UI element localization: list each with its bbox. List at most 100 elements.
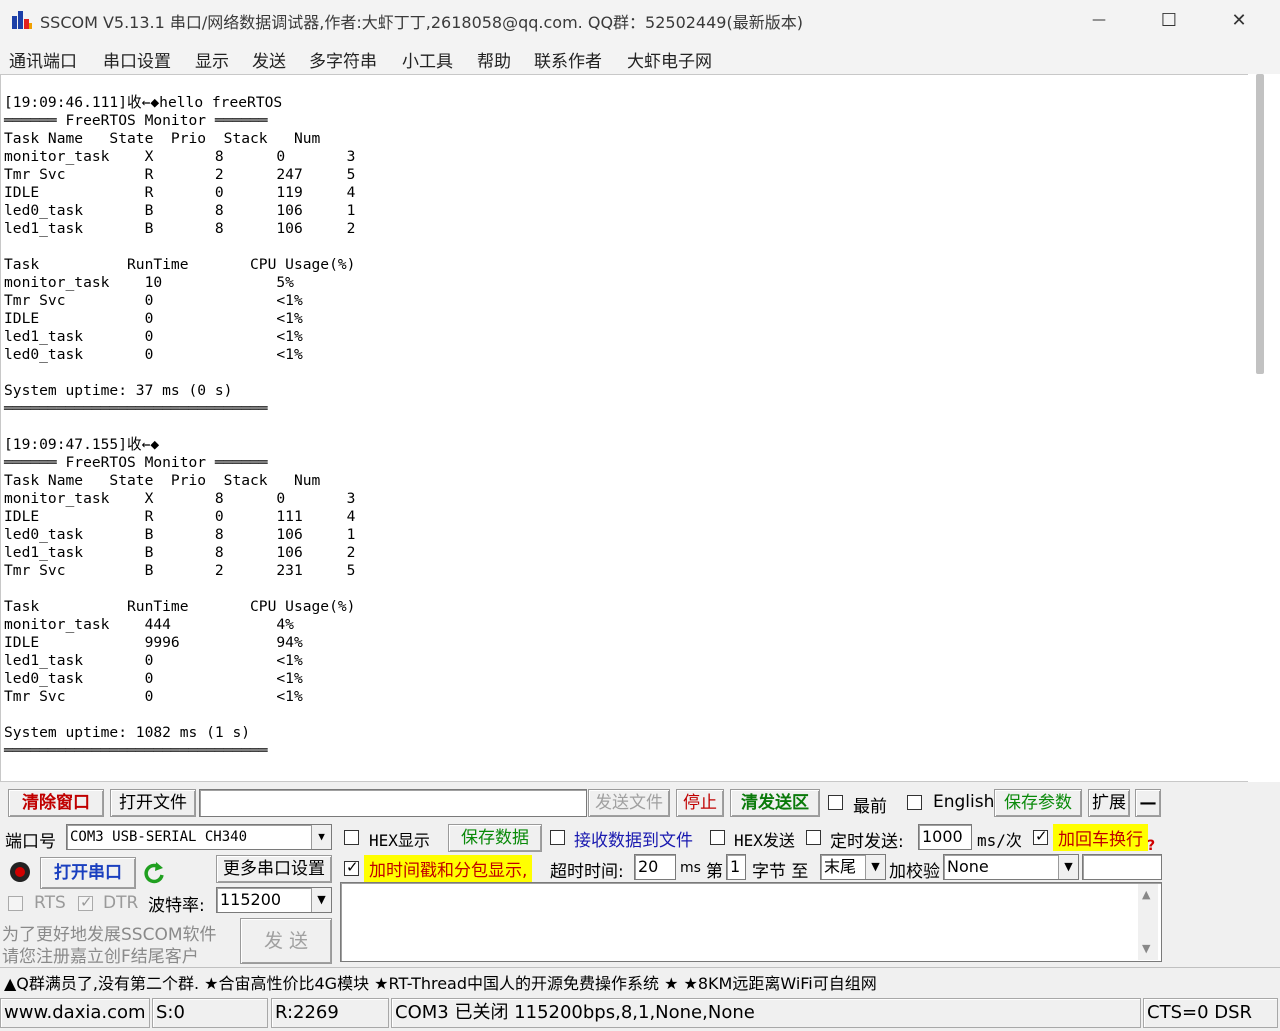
clear-window-button[interactable]: 清除窗口 <box>8 789 104 817</box>
checksum-select[interactable]: None ▼ <box>943 854 1079 880</box>
interval-input[interactable]: 1000 <box>918 824 972 850</box>
menu-display[interactable]: 显示 <box>195 47 229 72</box>
expand-button[interactable]: 扩展 <box>1088 789 1130 817</box>
receive-line <box>4 706 355 724</box>
receive-line: [19:09:47.155]收←◆ <box>4 436 160 453</box>
collapse-button[interactable]: — <box>1135 789 1161 817</box>
receive-line: monitor_task 10 5% <box>4 274 294 291</box>
interval-unit-label: ms/次 <box>977 831 1022 850</box>
dtr-label: DTR <box>103 893 139 913</box>
menu-daxia-site[interactable]: 大虾电子网 <box>627 47 712 72</box>
chevron-down-icon: ▼ <box>311 825 331 849</box>
receive-text: [19:09:46.111]收←◆hello freeRTOS ══════ Fr… <box>4 94 355 760</box>
save-data-button[interactable]: 保存数据 <box>448 824 542 852</box>
recv-to-file-checkbox[interactable] <box>550 830 565 845</box>
receive-line: Task Name State Prio Stack Num <box>4 472 321 489</box>
title-bar: SSCOM V5.13.1 串口/网络数据调试器,作者:大虾丁丁,2618058… <box>0 0 1280 40</box>
menu-tools[interactable]: 小工具 <box>402 47 453 72</box>
baud-label: 波特率: <box>148 896 205 916</box>
timestamp-checkbox[interactable] <box>344 858 359 876</box>
send-textarea[interactable] <box>340 882 1162 962</box>
send-file-button[interactable]: 发送文件 <box>588 789 670 817</box>
send-button[interactable]: 发 送 <box>240 918 332 964</box>
timeout-label: 超时时间: <box>550 862 624 882</box>
menu-bar: 通讯端口 串口设置 显示 发送 多字符串 小工具 帮助 联系作者 大虾电子网 <box>0 40 1280 74</box>
file-path-input[interactable] <box>199 789 587 817</box>
receive-line: led0_task B 8 106 1 <box>4 202 356 219</box>
minimize-button[interactable]: — <box>1064 0 1134 40</box>
receive-line: ══════════════════════════════ <box>4 400 268 417</box>
rts-checkbox[interactable] <box>8 896 23 911</box>
menu-send[interactable]: 发送 <box>252 47 286 72</box>
stop-button[interactable]: 停止 <box>676 789 724 817</box>
receive-line: System uptime: 1082 ms (1 s) <box>4 724 251 741</box>
open-file-button[interactable]: 打开文件 <box>110 789 196 817</box>
receive-line: monitor_task 444 4% <box>4 616 294 633</box>
add-crlf-checkbox[interactable] <box>1033 827 1048 845</box>
receive-line: [19:09:46.111]收←◆hello freeRTOS <box>4 94 283 111</box>
timed-send-label: 定时发送: <box>830 832 904 852</box>
receive-line <box>4 364 355 382</box>
recv-to-file-label: 接收数据到文件 <box>574 831 693 851</box>
port-select[interactable]: COM3 USB-SERIAL CH340 ▼ <box>66 824 332 850</box>
ticker-text[interactable]: ▲Q群满员了,没有第二个群. ★合宙高性价比4G模块 ★RT-Thread中国人… <box>4 970 877 994</box>
save-params-button[interactable]: 保存参数 <box>994 789 1082 817</box>
receive-line: monitor_task X 8 0 3 <box>4 490 356 507</box>
receive-line: Tmr Svc B 2 231 5 <box>4 562 356 579</box>
timed-send-checkbox[interactable] <box>806 830 821 845</box>
topmost-checkbox[interactable] <box>828 795 843 810</box>
receive-line: Task RunTime CPU Usage(%) <box>4 598 356 615</box>
window-title: SSCOM V5.13.1 串口/网络数据调试器,作者:大虾丁丁,2618058… <box>40 13 803 32</box>
send-scrollbar[interactable]: ▲ ▼ <box>1138 884 1158 960</box>
byte-to-label: 字节 至 <box>752 862 809 882</box>
timeout-unit-label: ms <box>680 860 701 876</box>
menu-help[interactable]: 帮助 <box>477 47 511 72</box>
minimize-icon: — <box>1092 12 1106 28</box>
hex-display-checkbox[interactable] <box>344 830 359 845</box>
close-button[interactable]: ✕ <box>1204 0 1274 40</box>
maximize-button[interactable]: ☐ <box>1134 0 1204 40</box>
chevron-down-icon: ▼ <box>311 888 331 912</box>
receive-line <box>4 418 355 436</box>
english-checkbox[interactable] <box>907 795 922 810</box>
baud-rate-select[interactable]: 115200 ▼ <box>216 887 332 913</box>
port-select-value: COM3 USB-SERIAL CH340 <box>70 829 248 845</box>
receive-scrollbar-thumb[interactable] <box>1256 74 1264 374</box>
receive-line: ══════ FreeRTOS Monitor ══════ <box>4 454 268 471</box>
nth-label: 第 <box>706 862 723 882</box>
start-byte-input[interactable]: 1 <box>726 854 746 880</box>
receive-line: led0_task 0 <1% <box>4 670 303 687</box>
open-port-button[interactable]: 打开串口 <box>40 857 136 889</box>
receive-line: IDLE 0 <1% <box>4 310 303 327</box>
help-icon[interactable]: ? <box>1147 838 1155 854</box>
port-label: 端口号 <box>5 832 56 852</box>
topmost-label: 最前 <box>853 797 887 817</box>
scroll-up-icon[interactable]: ▲ <box>1142 888 1150 901</box>
promo-line-2: 请您注册嘉立创F结尾客户 <box>2 947 199 967</box>
clear-send-button[interactable]: 清发送区 <box>730 789 820 817</box>
ticker-bar: ▲Q群满员了,没有第二个群. ★合宙高性价比4G模块 ★RT-Thread中国人… <box>0 967 1280 995</box>
status-website[interactable]: www.daxia.com <box>0 998 150 1028</box>
receive-line: Tmr Svc R 2 247 5 <box>4 166 356 183</box>
receive-window[interactable]: [19:09:46.111]收←◆hello freeRTOS ══════ Fr… <box>0 74 1274 782</box>
menu-comm-port[interactable]: 通讯端口 <box>9 47 77 72</box>
receive-line: Task Name State Prio Stack Num <box>4 130 321 147</box>
receive-line: ══════ FreeRTOS Monitor ══════ <box>4 112 268 129</box>
receive-line: System uptime: 37 ms (0 s) <box>4 382 233 399</box>
checksum-result-field <box>1082 854 1162 880</box>
end-byte-value: 末尾 <box>824 857 857 876</box>
hex-send-checkbox[interactable] <box>710 830 725 845</box>
menu-serial-settings[interactable]: 串口设置 <box>103 47 171 72</box>
menu-multi-string[interactable]: 多字符串 <box>309 47 377 72</box>
receive-line: ══════════════════════════════ <box>4 742 268 759</box>
more-serial-settings-button[interactable]: 更多串口设置 <box>216 855 332 883</box>
receive-line: IDLE R 0 111 4 <box>4 508 356 525</box>
menu-contact-author[interactable]: 联系作者 <box>534 47 602 72</box>
scroll-down-icon[interactable]: ▼ <box>1142 942 1150 955</box>
refresh-icon[interactable] <box>142 860 166 886</box>
receive-line: Task RunTime CPU Usage(%) <box>4 256 356 273</box>
receive-line <box>4 238 355 256</box>
timeout-input[interactable]: 20 <box>634 854 676 880</box>
end-byte-select[interactable]: 末尾 ▼ <box>820 854 886 880</box>
dtr-checkbox[interactable] <box>78 893 93 911</box>
